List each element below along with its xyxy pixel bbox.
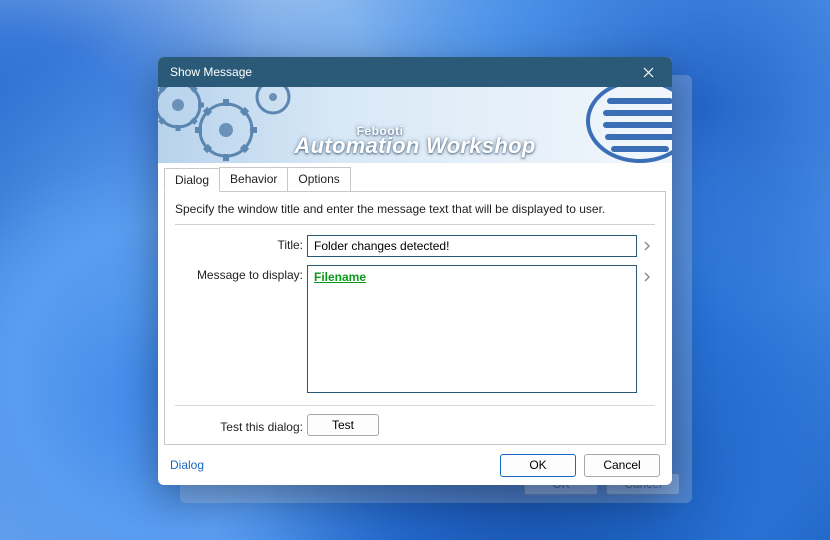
cancel-button[interactable]: Cancel <box>584 454 660 477</box>
dialog-footer: Dialog OK Cancel <box>158 445 672 485</box>
banner: Febooti Automation Workshop <box>158 87 672 163</box>
titlebar[interactable]: Show Message <box>158 57 672 87</box>
close-icon <box>643 67 654 78</box>
tab-strip: Dialog Behavior Options <box>158 163 672 191</box>
message-label: Message to display: <box>175 265 303 282</box>
ok-button[interactable]: OK <box>500 454 576 477</box>
instruction-text: Specify the window title and enter the m… <box>175 202 655 216</box>
window-title: Show Message <box>170 65 634 79</box>
test-button[interactable]: Test <box>307 414 379 436</box>
title-variable-picker[interactable] <box>641 235 653 257</box>
tab-options[interactable]: Options <box>287 167 350 191</box>
message-variable-token[interactable]: Filename <box>314 270 366 284</box>
message-input[interactable]: Filename <box>307 265 637 393</box>
tab-behavior[interactable]: Behavior <box>219 167 288 191</box>
show-message-dialog: Show Message <box>158 57 672 485</box>
title-label: Title: <box>175 235 303 252</box>
message-variable-picker[interactable] <box>641 267 653 287</box>
divider <box>175 224 655 225</box>
banner-product: Automation Workshop <box>294 133 535 158</box>
tab-dialog[interactable]: Dialog <box>164 168 220 192</box>
title-input[interactable] <box>307 235 637 257</box>
help-link[interactable]: Dialog <box>170 458 204 472</box>
chevron-right-icon <box>644 272 650 282</box>
chevron-right-icon <box>644 241 650 251</box>
tab-panel-dialog: Specify the window title and enter the m… <box>164 191 666 445</box>
close-button[interactable] <box>634 61 662 83</box>
test-label: Test this dialog: <box>175 417 303 434</box>
